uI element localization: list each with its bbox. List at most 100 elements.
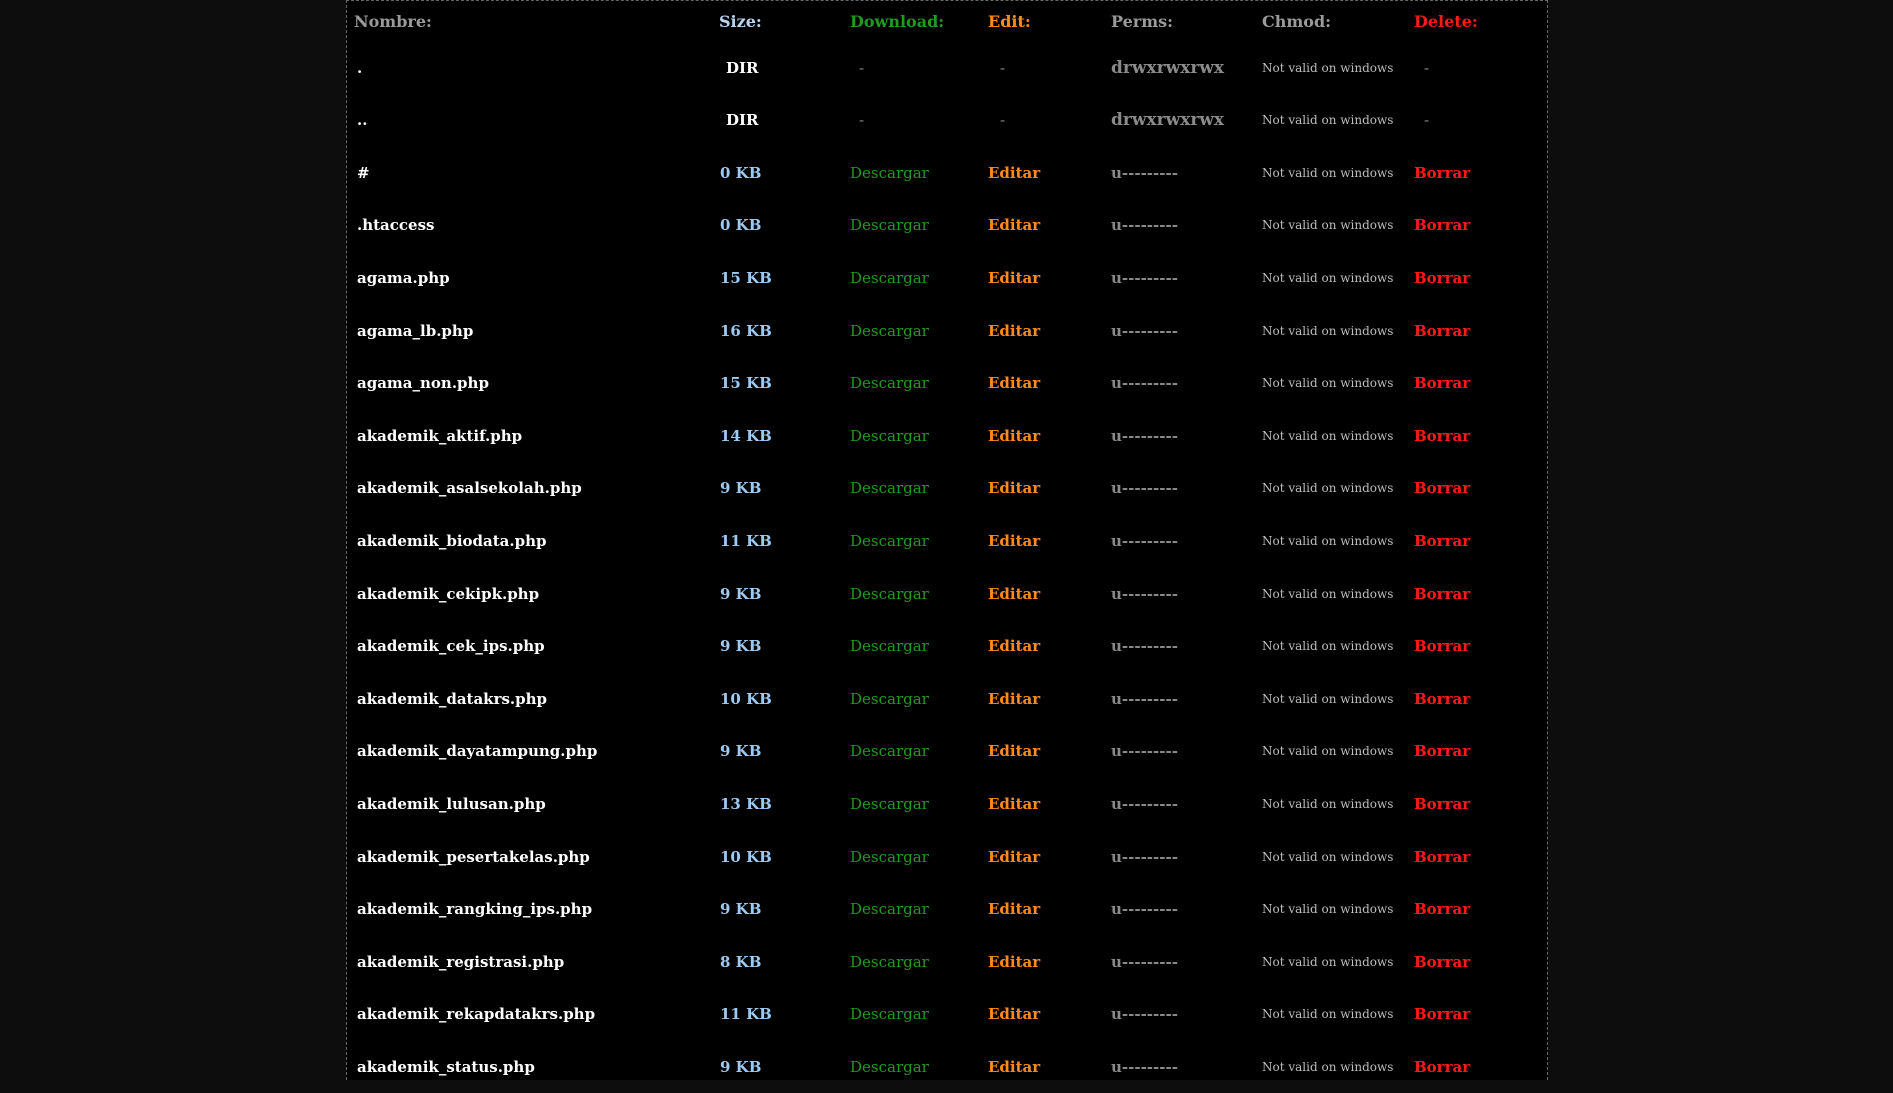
chmod-status: Not valid on windows (1262, 533, 1394, 548)
edit-link[interactable]: Editar (988, 848, 1040, 866)
edit-link[interactable]: Editar (988, 374, 1040, 392)
download-link[interactable]: Descargar (850, 479, 929, 497)
file-name-link[interactable]: akademik_datakrs.php (357, 690, 547, 708)
download-link[interactable]: Descargar (850, 164, 929, 182)
delete-link[interactable]: Borrar (1414, 322, 1470, 340)
file-perms: u--------- (1111, 268, 1178, 287)
header-download: Download: (850, 12, 945, 31)
file-name-link[interactable]: akademik_aktif.php (357, 427, 522, 445)
delete-link[interactable]: Borrar (1414, 374, 1470, 392)
file-perms: u--------- (1111, 321, 1178, 340)
edit-placeholder: - (1000, 111, 1006, 130)
file-perms: u--------- (1111, 637, 1178, 656)
edit-link[interactable]: Editar (988, 1058, 1040, 1076)
edit-link[interactable]: Editar (988, 532, 1040, 550)
delete-link[interactable]: Borrar (1414, 1058, 1470, 1076)
file-name-link[interactable]: .. (357, 111, 367, 129)
edit-link[interactable]: Editar (988, 795, 1040, 813)
edit-link[interactable]: Editar (988, 164, 1040, 182)
table-row: akademik_datakrs.php 10 KB Descargar Editar… (347, 672, 1547, 725)
delete-link[interactable]: Borrar (1414, 585, 1470, 603)
file-name-link[interactable]: akademik_registrasi.php (357, 953, 564, 971)
download-link[interactable]: Descargar (850, 532, 929, 550)
delete-link[interactable]: Borrar (1414, 637, 1470, 655)
edit-link[interactable]: Editar (988, 1005, 1040, 1023)
file-name-link[interactable]: akademik_lulusan.php (357, 795, 546, 813)
file-name-link[interactable]: agama_non.php (357, 374, 489, 392)
file-name-link[interactable]: .htaccess (357, 216, 434, 234)
table-row: akademik_aktif.php 14 KB Descargar Editar u-… (347, 409, 1547, 462)
file-name-link[interactable]: akademik_cek_ips.php (357, 637, 545, 655)
chmod-status: Not valid on windows (1262, 218, 1394, 233)
file-name-link[interactable]: akademik_dayatampung.php (357, 742, 597, 760)
download-link[interactable]: Descargar (850, 1058, 929, 1076)
download-link[interactable]: Descargar (850, 374, 929, 392)
download-link[interactable]: Descargar (850, 690, 929, 708)
edit-link[interactable]: Editar (988, 900, 1040, 918)
chmod-status: Not valid on windows (1262, 796, 1394, 811)
delete-link[interactable]: Borrar (1414, 269, 1470, 287)
header-perms: Perms: (1111, 12, 1174, 31)
delete-link[interactable]: Borrar (1414, 900, 1470, 918)
chmod-status: Not valid on windows (1262, 954, 1394, 969)
download-link[interactable]: Descargar (850, 742, 929, 760)
edit-link[interactable]: Editar (988, 690, 1040, 708)
edit-link[interactable]: Editar (988, 585, 1040, 603)
file-name-link[interactable]: akademik_cekipk.php (357, 585, 539, 603)
download-link[interactable]: Descargar (850, 795, 929, 813)
download-link[interactable]: Descargar (850, 1005, 929, 1023)
file-perms: u--------- (1111, 216, 1178, 235)
table-row: agama_non.php 15 KB Descargar Editar u------… (347, 357, 1547, 410)
delete-link[interactable]: Borrar (1414, 164, 1470, 182)
edit-link[interactable]: Editar (988, 637, 1040, 655)
chmod-status: Not valid on windows (1262, 165, 1394, 180)
download-link[interactable]: Descargar (850, 953, 929, 971)
file-name-link[interactable]: # (357, 164, 370, 182)
delete-link[interactable]: Borrar (1414, 427, 1470, 445)
download-link[interactable]: Descargar (850, 637, 929, 655)
edit-link[interactable]: Editar (988, 742, 1040, 760)
table-row: #0 KB Descargar Editar u--------- Not valid … (347, 146, 1547, 199)
download-link[interactable]: Descargar (850, 900, 929, 918)
download-link[interactable]: Descargar (850, 848, 929, 866)
file-name-link[interactable]: agama.php (357, 269, 450, 287)
file-name-link[interactable]: akademik_asalsekolah.php (357, 479, 582, 497)
download-placeholder: - (859, 58, 865, 77)
chmod-status: Not valid on windows (1262, 639, 1394, 654)
table-row: akademik_lulusan.php 13 KB Descargar Editar… (347, 777, 1547, 830)
delete-link[interactable]: Borrar (1414, 795, 1470, 813)
file-perms: u--------- (1111, 742, 1178, 761)
file-size: 10 KB (720, 689, 772, 708)
edit-link[interactable]: Editar (988, 322, 1040, 340)
delete-link[interactable]: Borrar (1414, 532, 1470, 550)
delete-link[interactable]: Borrar (1414, 479, 1470, 497)
file-name-link[interactable]: akademik_rangking_ips.php (357, 900, 592, 918)
file-name-link[interactable]: agama_lb.php (357, 322, 473, 340)
chmod-status: Not valid on windows (1262, 323, 1394, 338)
file-size: 16 KB (720, 321, 772, 340)
download-link[interactable]: Descargar (850, 322, 929, 340)
download-link[interactable]: Descargar (850, 269, 929, 287)
file-name-link[interactable]: akademik_biodata.php (357, 532, 546, 550)
delete-link[interactable]: Borrar (1414, 216, 1470, 234)
file-name-link[interactable]: akademik_pesertakelas.php (357, 848, 590, 866)
file-size: 9 KB (720, 479, 762, 498)
download-link[interactable]: Descargar (850, 216, 929, 234)
file-name-link[interactable]: . (357, 59, 362, 77)
file-size: 11 KB (720, 1005, 772, 1024)
delete-link[interactable]: Borrar (1414, 848, 1470, 866)
download-link[interactable]: Descargar (850, 427, 929, 445)
delete-link[interactable]: Borrar (1414, 953, 1470, 971)
download-link[interactable]: Descargar (850, 585, 929, 603)
delete-link[interactable]: Borrar (1414, 690, 1470, 708)
file-name-link[interactable]: akademik_status.php (357, 1058, 535, 1076)
edit-link[interactable]: Editar (988, 216, 1040, 234)
delete-link[interactable]: Borrar (1414, 742, 1470, 760)
edit-link[interactable]: Editar (988, 427, 1040, 445)
edit-link[interactable]: Editar (988, 953, 1040, 971)
delete-link[interactable]: Borrar (1414, 1005, 1470, 1023)
edit-link[interactable]: Editar (988, 479, 1040, 497)
table-row: akademik_status.php 9 KB Descargar Editar u-… (347, 1040, 1547, 1093)
edit-link[interactable]: Editar (988, 269, 1040, 287)
file-name-link[interactable]: akademik_rekapdatakrs.php (357, 1005, 595, 1023)
